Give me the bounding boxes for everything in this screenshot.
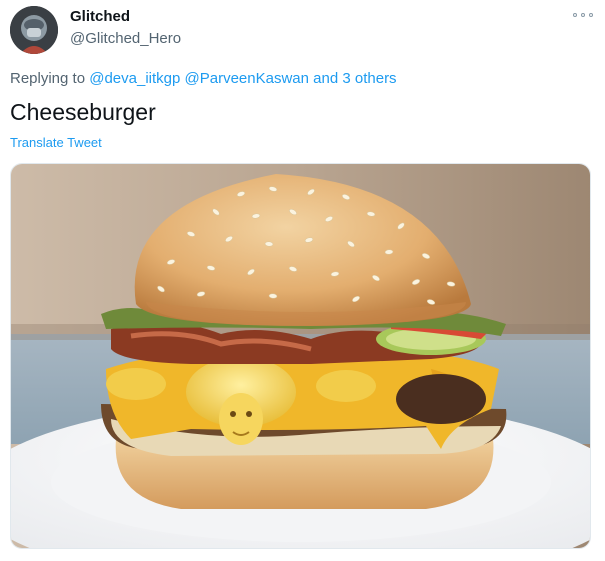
translate-tweet-link[interactable]: Translate Tweet [10, 135, 102, 150]
tweet-image[interactable] [10, 163, 591, 549]
avatar[interactable] [10, 6, 58, 54]
reply-connector[interactable]: and [313, 70, 338, 87]
author-handle[interactable]: @Glitched_Hero [70, 30, 181, 47]
tweet-card: Glitched @Glitched_Hero Replying to @dev… [0, 0, 605, 561]
more-options-icon[interactable] [573, 8, 593, 22]
replying-to-label: Replying to [10, 70, 86, 87]
burger-photo [11, 164, 590, 548]
author-display-name[interactable]: Glitched [70, 8, 130, 25]
others-link[interactable]: 3 others [342, 70, 396, 87]
replying-to-line: Replying to @deva_iitkgp @ParveenKaswan … [10, 70, 397, 87]
tweet-text: Cheeseburger [10, 99, 156, 125]
avatar-icon [10, 6, 58, 54]
mention-link[interactable]: @ParveenKaswan [185, 70, 309, 87]
mention-link[interactable]: @deva_iitkgp [89, 70, 180, 87]
